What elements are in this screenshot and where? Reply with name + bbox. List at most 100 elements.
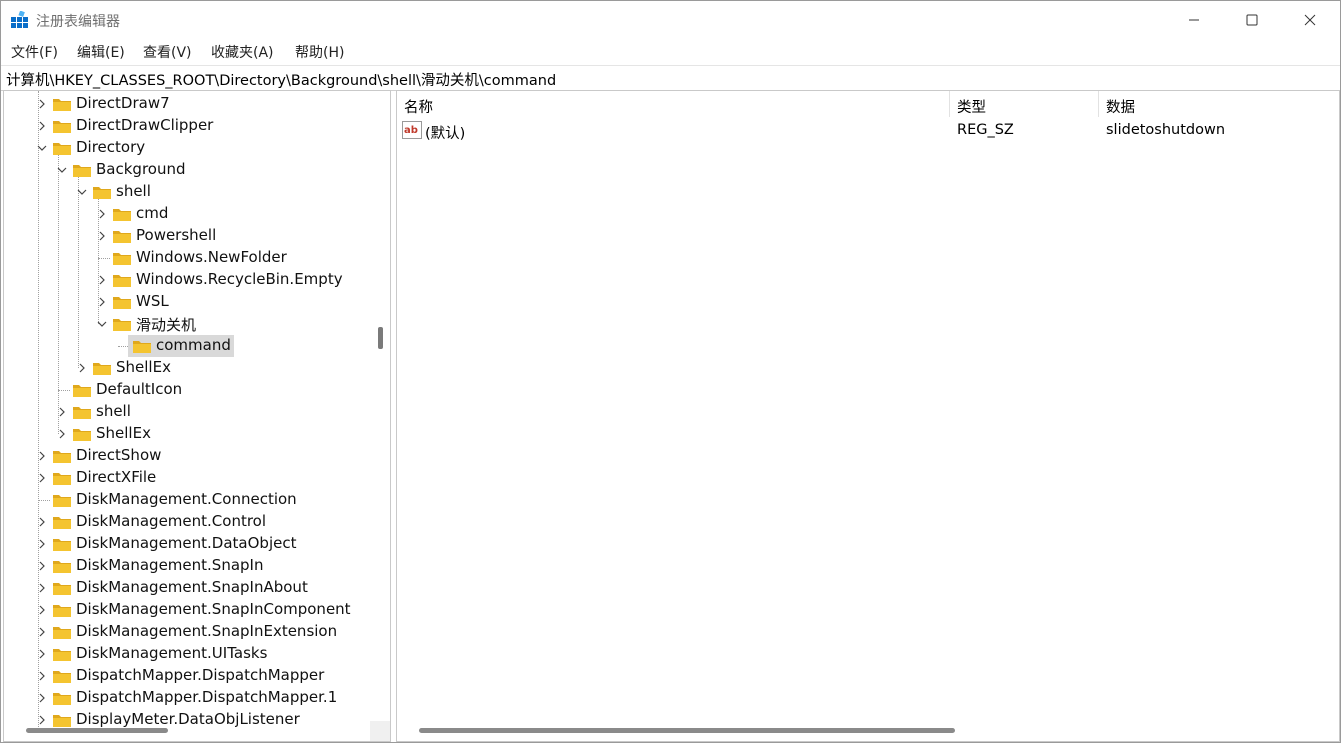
chevron-right-icon[interactable] (36, 98, 48, 110)
chevron-right-icon[interactable] (56, 406, 68, 418)
tree-node-label: DirectDrawClipper (76, 116, 214, 134)
tree-node-label: DiskManagement.SnapInExtension (76, 622, 338, 640)
chevron-right-icon[interactable] (36, 538, 48, 550)
chevron-down-icon[interactable] (56, 164, 68, 176)
tree-node[interactable]: ShellEx (4, 357, 370, 379)
tree-node[interactable]: ShellEx (4, 423, 370, 445)
tree-node[interactable]: DirectXFile (4, 467, 370, 489)
tree-node[interactable]: DispatchMapper.DispatchMapper (4, 665, 370, 687)
folder-icon (53, 495, 71, 507)
folder-icon (53, 671, 71, 683)
tree-node[interactable]: Windows.RecycleBin.Empty (4, 269, 370, 291)
maximize-button[interactable] (1223, 1, 1281, 39)
chevron-right-icon[interactable] (96, 296, 108, 308)
tree-node[interactable]: DiskManagement.SnapInComponent (4, 599, 370, 621)
tree-node[interactable]: DefaultIcon (4, 379, 370, 401)
chevron-right-icon[interactable] (36, 714, 48, 726)
folder-icon (53, 451, 71, 463)
chevron-right-icon[interactable] (56, 428, 68, 440)
tree-node[interactable]: Powershell (4, 225, 370, 247)
tree-node-label: Windows.RecycleBin.Empty (136, 270, 343, 288)
column-header-name[interactable]: 名称 (397, 91, 949, 117)
close-button[interactable] (1281, 1, 1339, 39)
folder-icon (53, 715, 71, 727)
tree-horizontal-scroll-thumb[interactable] (26, 728, 168, 733)
tree-branch-line (38, 500, 50, 501)
folder-icon (53, 561, 71, 573)
chevron-right-icon[interactable] (36, 516, 48, 528)
value-row[interactable]: ab (默认) REG_SZ slidetoshutdown (397, 118, 1339, 142)
menu-help[interactable]: 帮助(H) (295, 42, 344, 62)
tree-node[interactable]: Windows.NewFolder (4, 247, 370, 269)
tree-node-label: DispatchMapper.DispatchMapper (76, 666, 325, 684)
tree-vertical-scroll-thumb[interactable] (378, 327, 383, 349)
tree-node-label: Windows.NewFolder (136, 248, 287, 266)
tree-node[interactable]: Directory (4, 137, 370, 159)
tree-node-label: DirectXFile (76, 468, 157, 486)
minimize-button[interactable] (1165, 1, 1223, 39)
tree-node[interactable]: command (4, 335, 370, 357)
chevron-right-icon[interactable] (36, 692, 48, 704)
chevron-right-icon[interactable] (96, 274, 108, 286)
chevron-right-icon[interactable] (36, 670, 48, 682)
regedit-app-icon (11, 11, 28, 28)
chevron-right-icon[interactable] (76, 362, 88, 374)
values-horizontal-scroll-thumb[interactable] (419, 728, 955, 733)
menu-favorites[interactable]: 收藏夹(A) (211, 42, 274, 62)
tree-node[interactable]: cmd (4, 203, 370, 225)
column-header-type[interactable]: 类型 (950, 91, 1098, 117)
menu-file[interactable]: 文件(F) (11, 42, 58, 62)
chevron-right-icon[interactable] (36, 626, 48, 638)
chevron-right-icon[interactable] (96, 230, 108, 242)
tree-node[interactable]: shell (4, 181, 370, 203)
string-value-ab-icon: ab (402, 121, 422, 139)
chevron-right-icon[interactable] (96, 208, 108, 220)
tree-node[interactable]: DiskManagement.UITasks (4, 643, 370, 665)
tree-node[interactable]: DiskManagement.Connection (4, 489, 370, 511)
chevron-right-icon[interactable] (36, 450, 48, 462)
tree-node[interactable]: DirectDrawClipper (4, 115, 370, 137)
tree-node-label: DiskManagement.Connection (76, 490, 297, 508)
folder-icon (53, 473, 71, 485)
chevron-right-icon[interactable] (36, 582, 48, 594)
chevron-down-icon[interactable] (76, 186, 88, 198)
chevron-right-icon[interactable] (36, 604, 48, 616)
tree-node[interactable]: Background (4, 159, 370, 181)
tree-node-label: DirectShow (76, 446, 162, 464)
tree-node[interactable]: DirectShow (4, 445, 370, 467)
key-tree-pane[interactable]: DirectDraw7 DirectDrawClipper Directory Bac… (3, 90, 391, 742)
chevron-down-icon[interactable] (96, 318, 108, 330)
tree-node-label: ShellEx (116, 358, 171, 376)
tree-node[interactable]: WSL (4, 291, 370, 313)
tree-node[interactable]: DiskManagement.Control (4, 511, 370, 533)
tree-node[interactable]: DiskManagement.SnapInAbout (4, 577, 370, 599)
tree-node[interactable]: DiskManagement.SnapInExtension (4, 621, 370, 643)
chevron-right-icon[interactable] (36, 648, 48, 660)
folder-icon (73, 385, 91, 397)
tree-node[interactable]: shell (4, 401, 370, 423)
address-path[interactable]: 计算机\HKEY_CLASSES_ROOT\Directory\Backgrou… (6, 69, 556, 90)
tree-node[interactable]: 滑动关机 (4, 313, 370, 335)
folder-icon (113, 319, 131, 331)
chevron-right-icon[interactable] (36, 560, 48, 572)
tree-node[interactable]: DirectDraw7 (4, 93, 370, 115)
value-type: REG_SZ (957, 122, 1014, 138)
menu-edit[interactable]: 编辑(E) (77, 42, 125, 62)
tree-vertical-scrollbar[interactable] (372, 91, 390, 721)
folder-icon (113, 297, 131, 309)
tree-node[interactable]: DispatchMapper.DispatchMapper.1 (4, 687, 370, 709)
tree-node-label: shell (96, 402, 131, 420)
chevron-right-icon[interactable] (36, 120, 48, 132)
address-bar[interactable]: 计算机\HKEY_CLASSES_ROOT\Directory\Backgrou… (1, 65, 1340, 91)
values-pane[interactable]: 名称 类型 数据 ab (默认) REG_SZ slidetoshutdown (396, 90, 1340, 742)
column-header-data[interactable]: 数据 (1099, 91, 1339, 117)
chevron-right-icon[interactable] (36, 472, 48, 484)
folder-icon (53, 693, 71, 705)
tree-node[interactable]: DiskManagement.DataObject (4, 533, 370, 555)
title-bar[interactable]: 注册表编辑器 (1, 1, 1340, 39)
chevron-down-icon[interactable] (36, 142, 48, 154)
menu-view[interactable]: 查看(V) (143, 42, 192, 62)
tree-node[interactable]: DiskManagement.SnapIn (4, 555, 370, 577)
close-icon (1304, 14, 1316, 26)
tree-node-label: command (156, 336, 231, 354)
